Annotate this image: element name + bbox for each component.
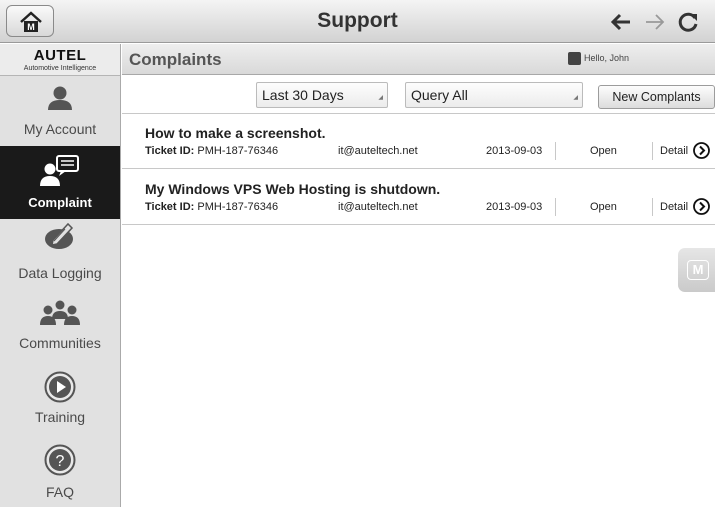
content-header: Complaints Hello, John: [122, 44, 715, 75]
sidebar-item-training[interactable]: Training: [0, 362, 120, 434]
communities-icon: [40, 300, 80, 325]
filter-bar: Last 30 Days ◢ Query All ◢ New Complants: [122, 76, 715, 114]
data-logging-icon: [45, 222, 74, 249]
ticket-detail-link[interactable]: Detail: [660, 145, 688, 157]
ticket-status: Open: [590, 201, 617, 213]
sidebar-item-label: Complaint: [28, 195, 92, 210]
sidebar-item-label: My Account: [23, 121, 97, 137]
sidebar-item-communities[interactable]: Communities: [0, 291, 120, 361]
ticket-subject: My Windows VPS Web Hosting is shutdown.: [145, 181, 441, 197]
chevron-right-circle-icon[interactable]: [693, 198, 710, 215]
home-button[interactable]: M: [6, 5, 54, 37]
ticket-id-label: Ticket ID:: [145, 201, 195, 213]
ticket-row[interactable]: How to make a screenshot. Ticket ID: PMH…: [122, 115, 715, 169]
complaint-icon: [40, 155, 79, 186]
question-icon: ?: [44, 444, 76, 476]
query-select[interactable]: Query All ◢: [405, 82, 583, 108]
logo-text: AUTEL: [33, 47, 87, 64]
new-complaint-button[interactable]: New Complants: [598, 85, 715, 109]
query-select-value: Query All: [411, 87, 468, 103]
ticket-subject: How to make a screenshot.: [145, 125, 326, 141]
user-greeting: Hello, John: [584, 53, 630, 63]
sidebar-item-label: Communities: [19, 335, 101, 351]
home-icon: M: [20, 11, 42, 32]
sidebar: AUTEL Automotive Intelligence My Account…: [0, 44, 121, 507]
person-icon: [48, 86, 72, 110]
svg-text:M: M: [27, 22, 35, 32]
sidebar-item-faq[interactable]: ? FAQ: [0, 435, 120, 507]
ticket-id-label: Ticket ID:: [145, 145, 195, 157]
sidebar-item-complaint[interactable]: Complaint: [0, 146, 120, 219]
sidebar-item-label: Training: [34, 409, 86, 425]
column-divider: [555, 198, 556, 216]
sidebar-item-label: Data Logging: [18, 265, 102, 281]
ticket-id: Ticket ID: PMH-187-76346: [145, 145, 278, 157]
user-icon: [568, 52, 581, 65]
period-select[interactable]: Last 30 Days ◢: [256, 82, 388, 108]
ticket-id: Ticket ID: PMH-187-76346: [145, 201, 278, 213]
ticket-status: Open: [590, 145, 617, 157]
sidebar-item-label: FAQ: [45, 484, 74, 500]
sidebar-item-data-logging[interactable]: Data Logging: [0, 220, 120, 290]
floating-menu-button[interactable]: M: [678, 248, 715, 292]
ticket-id-value: PMH-187-76346: [197, 201, 279, 213]
refresh-icon[interactable]: [677, 11, 699, 33]
arrow-right-icon[interactable]: [644, 11, 666, 33]
column-divider: [555, 142, 556, 160]
play-icon: [44, 371, 76, 403]
ticket-email: it@auteltech.net: [338, 201, 418, 213]
arrow-left-icon[interactable]: [610, 11, 632, 33]
ticket-email: it@auteltech.net: [338, 145, 418, 157]
chevron-right-circle-icon[interactable]: [693, 142, 710, 159]
column-divider: [652, 142, 653, 160]
top-bar: M Support: [0, 0, 715, 43]
floating-menu-label: M: [687, 260, 709, 280]
ticket-detail-link[interactable]: Detail: [660, 201, 688, 213]
ticket-id-value: PMH-187-76346: [197, 145, 279, 157]
page-title: Support: [317, 9, 398, 32]
period-select-value: Last 30 Days: [262, 87, 344, 103]
sidebar-item-my-account[interactable]: My Account: [0, 77, 120, 145]
ticket-date: 2013-09-03: [486, 201, 543, 213]
autel-logo: AUTEL Automotive Intelligence: [0, 44, 120, 76]
caret-icon: ◢: [378, 95, 383, 101]
ticket-row[interactable]: My Windows VPS Web Hosting is shutdown. …: [122, 171, 715, 225]
caret-icon: ◢: [573, 95, 578, 101]
logo-tagline: Automotive Intelligence: [23, 65, 97, 72]
ticket-date: 2013-09-03: [486, 145, 543, 157]
column-divider: [652, 198, 653, 216]
svg-text:?: ?: [56, 453, 65, 470]
section-title: Complaints: [129, 50, 222, 69]
